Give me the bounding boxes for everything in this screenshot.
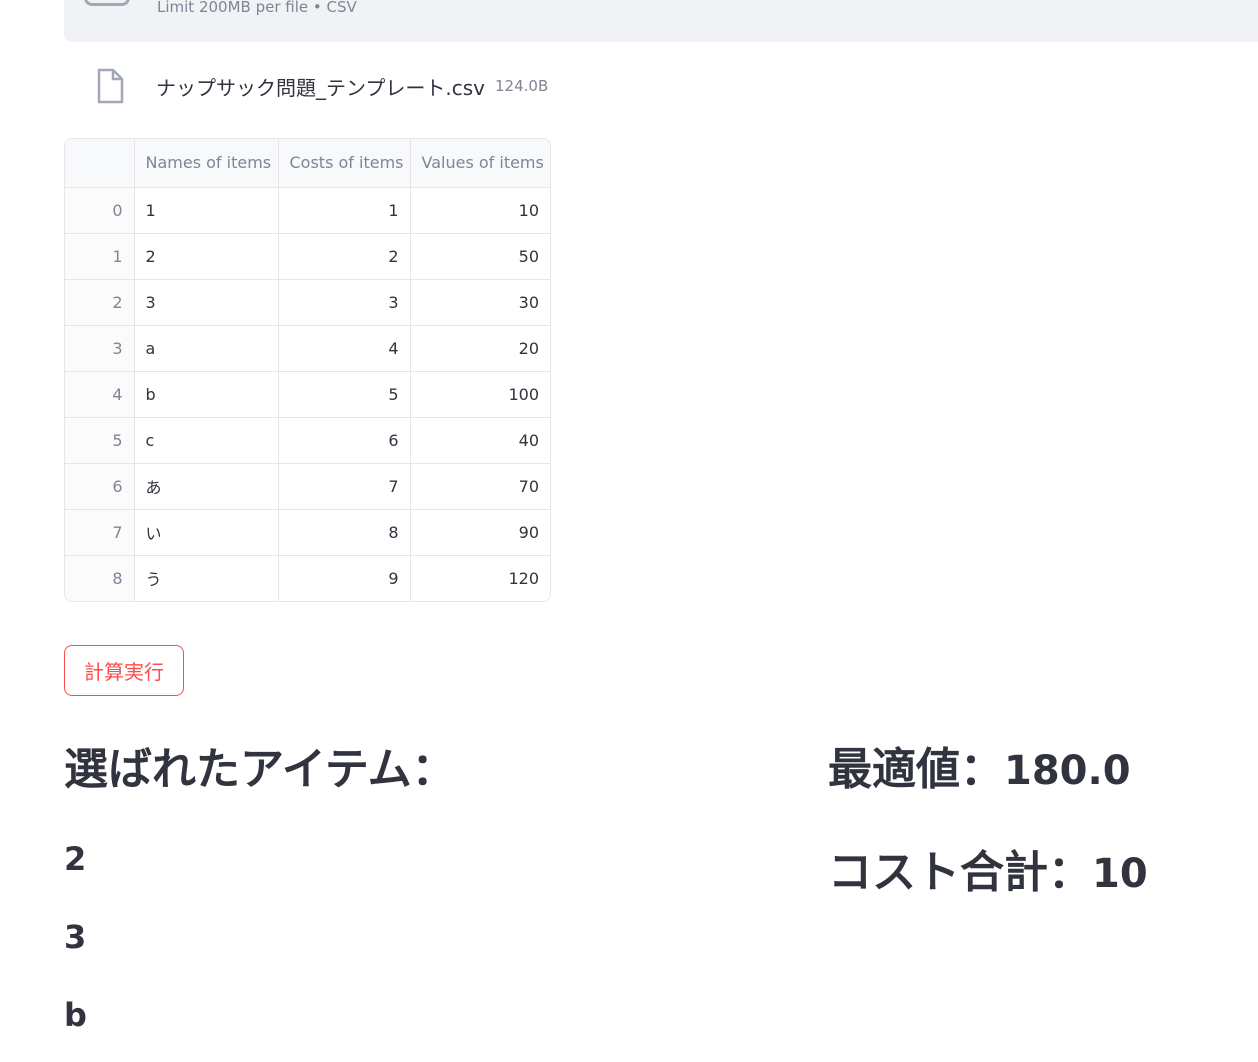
cell-name[interactable]: 1 bbox=[134, 187, 279, 234]
cell-name[interactable]: あ bbox=[134, 463, 279, 510]
row-index: 1 bbox=[65, 233, 135, 280]
table-row: 1 2 2 50 bbox=[65, 233, 550, 280]
file-name: ナップサック問題_テンプレート.csv bbox=[156, 75, 486, 100]
table-row: 8 う 9 120 bbox=[65, 555, 550, 601]
row-index: 8 bbox=[65, 555, 135, 601]
dataframe[interactable]: Names of items Costs of items Values of … bbox=[64, 138, 551, 602]
cell-cost[interactable]: 1 bbox=[278, 187, 411, 234]
cell-name[interactable]: い bbox=[134, 509, 279, 556]
cell-cost[interactable]: 8 bbox=[278, 509, 411, 556]
row-index: 6 bbox=[65, 463, 135, 510]
file-icon bbox=[97, 68, 124, 104]
app-page: Limit 200MB per file • CSV ナップサック問題_テンプレ… bbox=[0, 0, 1258, 1062]
file-size: 124.0B bbox=[495, 77, 549, 95]
optimal-value: 180.0 bbox=[1004, 748, 1131, 794]
file-dropzone[interactable]: Limit 200MB per file • CSV bbox=[64, 0, 1258, 42]
run-calculation-button[interactable]: 計算実行 bbox=[64, 645, 184, 696]
optimal-value-label: 最適値： bbox=[828, 744, 1004, 795]
results-summary-section: 最適値：180.0 コスト合計：10 bbox=[828, 738, 1148, 906]
selected-items-heading: 選ばれたアイテム： bbox=[64, 744, 456, 795]
total-cost-heading: コスト合計：10 bbox=[828, 841, 1148, 906]
optimal-value-heading: 最適値：180.0 bbox=[828, 738, 1148, 803]
cell-value[interactable]: 90 bbox=[410, 509, 550, 556]
row-index: 2 bbox=[65, 279, 135, 326]
selected-items-section: 選ばれたアイテム： 2 3 b bbox=[64, 738, 456, 1054]
row-index: 3 bbox=[65, 325, 135, 372]
cell-value[interactable]: 30 bbox=[410, 279, 550, 326]
table-row: 5 c 6 40 bbox=[65, 417, 550, 464]
column-header-index[interactable] bbox=[65, 139, 135, 188]
cell-name[interactable]: 3 bbox=[134, 279, 279, 326]
table-row: 3 a 4 20 bbox=[65, 325, 550, 372]
cell-value[interactable]: 50 bbox=[410, 233, 550, 280]
total-cost-label: コスト合計： bbox=[828, 847, 1092, 898]
cell-name[interactable]: う bbox=[134, 555, 279, 601]
row-index: 7 bbox=[65, 509, 135, 556]
table-row: 0 1 1 10 bbox=[65, 187, 550, 234]
selected-item: 3 bbox=[64, 918, 87, 956]
cell-cost[interactable]: 4 bbox=[278, 325, 411, 372]
selected-item: 2 bbox=[64, 840, 87, 878]
upload-cloud-icon bbox=[84, 0, 130, 6]
table-row: 4 b 5 100 bbox=[65, 371, 550, 418]
column-header-costs[interactable]: Costs of items bbox=[278, 139, 411, 188]
cell-name[interactable]: 2 bbox=[134, 233, 279, 280]
cell-cost[interactable]: 5 bbox=[278, 371, 411, 418]
selected-item: b bbox=[64, 996, 87, 1034]
table-row: 2 3 3 30 bbox=[65, 279, 550, 326]
dataframe-table: Names of items Costs of items Values of … bbox=[65, 139, 550, 601]
selected-items-list: 2 3 b bbox=[64, 820, 456, 1054]
row-index: 4 bbox=[65, 371, 135, 418]
upload-limit-text: Limit 200MB per file • CSV bbox=[157, 0, 357, 16]
cell-cost[interactable]: 9 bbox=[278, 555, 411, 601]
uploaded-file: ナップサック問題_テンプレート.csv 124.0B bbox=[96, 66, 548, 106]
cell-name[interactable]: a bbox=[134, 325, 279, 372]
cell-name[interactable]: c bbox=[134, 417, 279, 464]
cell-value[interactable]: 40 bbox=[410, 417, 550, 464]
column-header-names[interactable]: Names of items bbox=[134, 139, 279, 188]
row-index: 0 bbox=[65, 187, 135, 234]
cell-value[interactable]: 120 bbox=[410, 555, 550, 601]
column-header-values[interactable]: Values of items bbox=[410, 139, 550, 188]
cell-value[interactable]: 10 bbox=[410, 187, 550, 234]
total-cost-value: 10 bbox=[1092, 851, 1148, 897]
cell-cost[interactable]: 2 bbox=[278, 233, 411, 280]
cell-cost[interactable]: 6 bbox=[278, 417, 411, 464]
cell-value[interactable]: 20 bbox=[410, 325, 550, 372]
table-row: 6 あ 7 70 bbox=[65, 463, 550, 510]
cell-cost[interactable]: 7 bbox=[278, 463, 411, 510]
cell-cost[interactable]: 3 bbox=[278, 279, 411, 326]
table-row: 7 い 8 90 bbox=[65, 509, 550, 556]
row-index: 5 bbox=[65, 417, 135, 464]
table-header-row: Names of items Costs of items Values of … bbox=[65, 139, 550, 188]
cell-value[interactable]: 70 bbox=[410, 463, 550, 510]
cell-name[interactable]: b bbox=[134, 371, 279, 418]
cell-value[interactable]: 100 bbox=[410, 371, 550, 418]
